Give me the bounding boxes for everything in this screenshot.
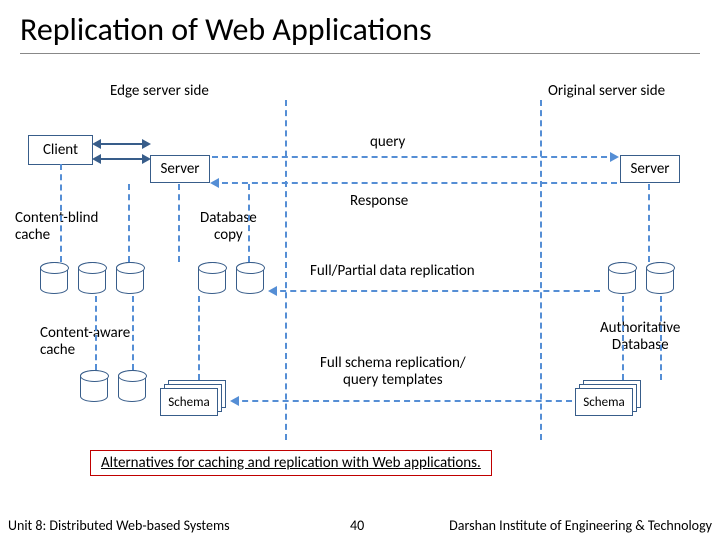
conn-line [198,296,200,380]
conn-line [648,184,650,262]
edge-server-node: Server [150,155,210,183]
response-arrow [212,182,617,184]
caption-box: Alternatives for caching and replication… [90,450,492,476]
cylinder-icon [646,262,674,294]
conn-line [622,296,624,380]
conn-line [95,296,97,370]
footer-unit: Unit 8: Distributed Web-based Systems [8,517,230,534]
cylinder-icon [78,262,106,294]
cylinder-icon [116,262,144,294]
conn-line [660,296,662,380]
content-aware-label: Content-aware cache [40,325,130,358]
cylinder-icon [198,262,226,294]
full-partial-label: Full/Partial data replication [310,262,475,280]
full-partial-arrow [270,290,600,292]
content-blind-label: Content-blind cache [15,210,98,243]
client-node: Client [28,135,93,165]
response-label: Response [350,192,408,210]
client-server-arrow-bottom [94,158,149,160]
divider-line-2 [540,100,542,440]
full-schema-label: Full schema replication/ query templates [320,355,466,390]
cylinder-icon [118,370,146,402]
cylinder-icon [40,262,68,294]
client-server-arrow-top [94,143,149,145]
authoritative-db-label: Authoritative Database [600,320,680,353]
cylinder-icon [236,262,264,294]
conn-line [60,164,62,262]
divider-line-1 [285,100,287,440]
conn-line [178,184,180,262]
cylinder-icon [608,262,636,294]
original-section-label: Original server side [548,82,665,100]
slide-title: Replication of Web Applications [0,0,720,53]
full-schema-arrow [232,400,572,402]
title-divider [20,53,700,54]
edge-section-label: Edge server side [110,82,209,100]
conn-line [132,296,134,370]
cylinder-icon [80,370,108,402]
query-label: query [370,133,405,151]
footer-page: 40 [350,517,364,534]
conn-line [128,184,130,262]
conn-line [248,184,250,262]
origin-server-node: Server [620,155,680,183]
footer-institute: Darshan Institute of Engineering & Techn… [449,517,712,534]
query-arrow [212,156,617,158]
